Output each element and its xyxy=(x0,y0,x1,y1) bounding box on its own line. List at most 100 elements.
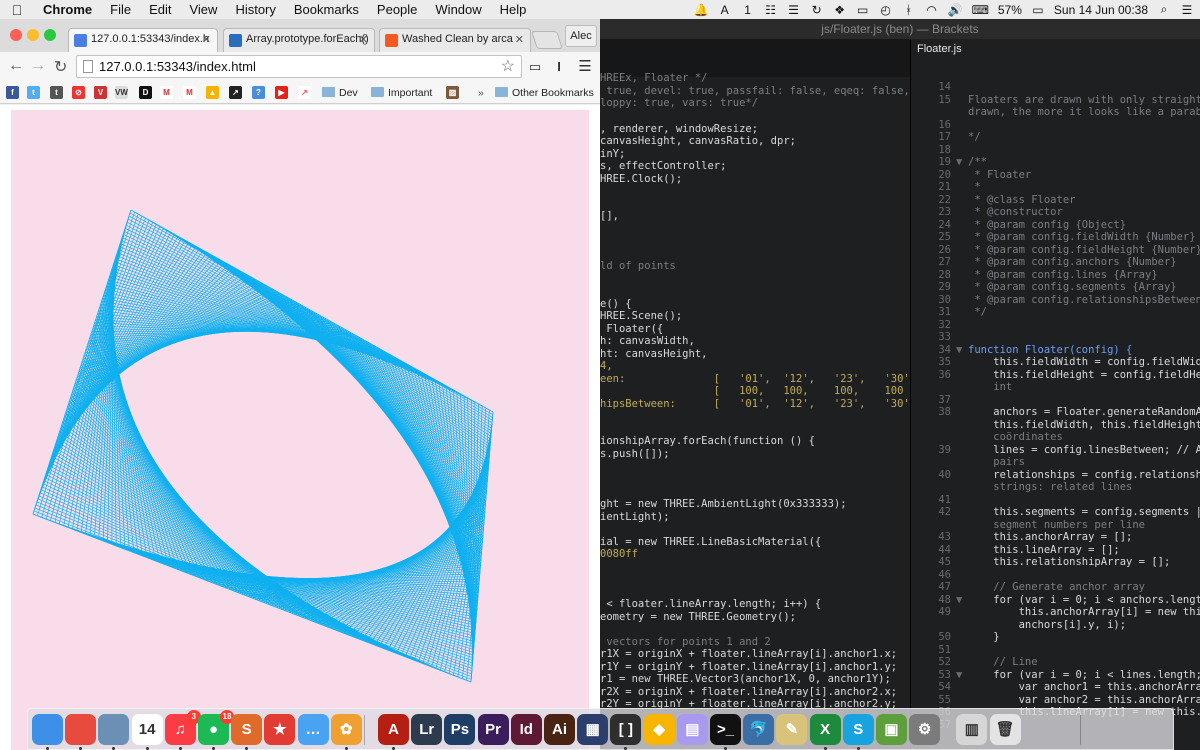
code-line[interactable]: 4, xyxy=(600,360,613,373)
menu-window[interactable]: Window xyxy=(426,2,490,17)
time-machine-icon[interactable]: ◴ xyxy=(879,3,893,17)
grid-icon[interactable]: ☷ xyxy=(764,3,778,17)
fold-arrow-icon[interactable]: ▼ xyxy=(956,344,962,356)
close-tab-icon[interactable]: ✕ xyxy=(202,33,211,46)
wifi-icon[interactable]: ◠ xyxy=(925,3,939,17)
instruments-dock-icon[interactable]: ▦ xyxy=(577,714,609,745)
code-line[interactable]: e() { xyxy=(600,298,632,311)
tab-soundcloud[interactable]: Washed Clean by arca ✕ xyxy=(379,28,531,52)
code-line[interactable]: s, effectController; xyxy=(600,160,726,173)
photos-dock-icon[interactable]: ✿ xyxy=(330,714,362,745)
code-line[interactable]: this.lineArray = []; xyxy=(968,544,1119,557)
window-maximize-button[interactable] xyxy=(44,29,56,41)
code-line[interactable]: r2X = originX + floater.lineArray[i].anc… xyxy=(600,686,897,699)
code-line[interactable]: * @param config.fieldHeight {Number} xyxy=(968,244,1200,257)
code-line[interactable]: * @param config.anchors {Number} xyxy=(968,256,1176,269)
youtube-bookmark-icon[interactable]: ▶ xyxy=(275,86,288,99)
photoshop-dock-icon[interactable]: Ps xyxy=(444,714,476,745)
code-line[interactable]: HREEx, Floater */ xyxy=(600,72,707,85)
sysprefs-dock-icon[interactable]: ⚙ xyxy=(909,714,941,745)
skype-dock-icon[interactable]: S xyxy=(842,714,874,745)
reload-icon[interactable]: ↻ xyxy=(54,57,67,77)
close-tab-icon[interactable]: ✕ xyxy=(515,33,524,46)
code-line[interactable]: [], xyxy=(600,210,619,223)
menu-app-chrome[interactable]: Chrome xyxy=(34,2,101,17)
code-line[interactable]: HREE.Scene(); xyxy=(600,310,682,323)
threejs-canvas[interactable] xyxy=(11,110,589,750)
code-line[interactable]: } xyxy=(968,631,999,644)
chrome-menu-icon[interactable]: ☰ xyxy=(576,58,594,76)
acrobat-dock-icon[interactable]: A xyxy=(378,714,409,745)
facebook-bookmark-icon[interactable]: f xyxy=(6,86,19,99)
code-line[interactable]: this.fieldWidth, this.fieldHeight); // xyxy=(968,419,1200,432)
code-line[interactable]: drawn, the more it looks like a paraboli… xyxy=(968,106,1200,119)
tab-array-foreach[interactable]: Array.prototype.forEach() ✕ xyxy=(223,28,375,52)
code-line[interactable]: * Floater xyxy=(968,169,1031,182)
code-line[interactable]: * @param config.segments {Array} xyxy=(968,281,1176,294)
arrow-bookmark-icon[interactable]: ↗ xyxy=(229,86,242,99)
airplay-icon[interactable]: ▭ xyxy=(856,3,870,17)
adobe-icon[interactable]: A xyxy=(718,3,732,17)
preview-dock-icon[interactable] xyxy=(98,714,130,745)
music-dock-icon[interactable]: ♫ 3 xyxy=(164,710,201,745)
menu-file[interactable]: File xyxy=(101,2,140,17)
fold-arrow-icon[interactable]: ▼ xyxy=(956,669,962,681)
code-line[interactable]: * xyxy=(968,181,980,194)
downloads-dock-icon[interactable]: ▥ xyxy=(956,714,988,745)
code-line[interactable]: Floaters are drawn with only straight li… xyxy=(968,94,1200,107)
menu-history[interactable]: History xyxy=(226,2,284,17)
code-line[interactable]: */ xyxy=(968,131,981,144)
other-bookmarks-folder[interactable]: Other Bookmarks xyxy=(495,85,594,101)
code-line[interactable]: var anchor2 = this.anchorArray[lin xyxy=(968,694,1200,707)
editor-right-pane[interactable]: Floater.js 14 15 Floaters are drawn with o… xyxy=(911,39,1200,750)
transmit-dock-icon[interactable]: ▤ xyxy=(676,714,708,745)
code-line[interactable]: Floater({ xyxy=(600,323,663,336)
battery-percent[interactable]: 57% xyxy=(998,3,1022,17)
reeder-dock-icon[interactable]: ★ xyxy=(264,714,296,745)
tab-localhost[interactable]: 127.0.0.1:53343/index.h ✕ xyxy=(68,28,218,52)
code-line[interactable]: r1X = originX + floater.lineArray[i].anc… xyxy=(600,648,897,661)
bluetooth-icon[interactable]: ᚼ xyxy=(902,3,916,17)
bookmark-folder-important[interactable]: Important xyxy=(371,85,432,101)
code-line[interactable]: this.relationshipArray = []; xyxy=(968,556,1170,569)
code-line[interactable]: this.anchorArray = []; xyxy=(968,531,1132,544)
code-line[interactable]: * @param config.relationshipsBetween {Ar… xyxy=(968,294,1200,307)
excel-dock-icon[interactable]: X xyxy=(809,714,841,745)
code-line[interactable]: pairs xyxy=(968,456,1025,469)
lightroom-dock-icon[interactable]: Lr xyxy=(411,714,443,745)
code-line[interactable]: ionshipArray.forEach(function () { xyxy=(600,435,815,448)
code-line[interactable]: coördinates xyxy=(968,431,1063,444)
code-line[interactable]: canvasHeight, canvasRatio, dpr; xyxy=(600,135,796,148)
window-minimize-button[interactable] xyxy=(27,29,39,41)
textedit-dock-icon[interactable]: ✎ xyxy=(776,714,808,745)
code-line[interactable]: for (var i = 0; i < lines.length; i++) xyxy=(968,669,1200,682)
code-line[interactable]: true, devel: true, passfail: false, eqeq… xyxy=(600,85,909,98)
spotlight-icon[interactable]: ⌕ xyxy=(1157,2,1171,17)
new-tab-button[interactable] xyxy=(531,31,563,49)
code-line[interactable]: relationships = config.relationshipsBe xyxy=(968,469,1200,482)
chrome-dock-icon[interactable] xyxy=(65,714,97,745)
indesign-dock-icon[interactable]: Id xyxy=(510,714,542,745)
address-bar[interactable]: 127.0.0.1:53343/index.html ☆ xyxy=(76,55,522,78)
finder-dock-icon[interactable] xyxy=(32,714,63,745)
notification-bell-icon[interactable]: 🔔 xyxy=(694,3,709,17)
code-line[interactable]: this.fieldHeight = config.fieldHeight xyxy=(968,369,1200,382)
keyboard-icon[interactable]: ⌨ xyxy=(972,3,989,17)
spotify-dock-icon[interactable]: ● 18 xyxy=(198,710,234,745)
code-line[interactable]: loppy: true, vars: true*/ xyxy=(600,97,758,110)
code-line[interactable]: vectors for points 1 and 2 xyxy=(600,636,770,649)
code-line[interactable]: * @param config.lines {Array} xyxy=(968,269,1157,282)
back-arrow-icon[interactable]: ← xyxy=(8,57,24,75)
menu-view[interactable]: View xyxy=(180,2,226,17)
help-bookmark-icon[interactable]: ? xyxy=(252,86,265,99)
menu-edit[interactable]: Edit xyxy=(140,2,180,17)
code-line[interactable]: * @param config {Object} xyxy=(968,219,1126,232)
dark-bookmark-icon[interactable]: D xyxy=(139,86,152,99)
minecraft-dock-icon[interactable]: ▣ xyxy=(876,714,907,745)
forward-arrow-icon[interactable]: → xyxy=(30,57,46,75)
cast-icon[interactable]: ▭ xyxy=(526,58,544,76)
code-line[interactable]: // Line xyxy=(968,656,1037,669)
vw-bookmark-icon[interactable]: VW xyxy=(115,86,128,99)
image-bookmark-icon[interactable]: ▨ xyxy=(446,86,459,99)
bookmarks-overflow-button[interactable]: » xyxy=(478,85,484,101)
